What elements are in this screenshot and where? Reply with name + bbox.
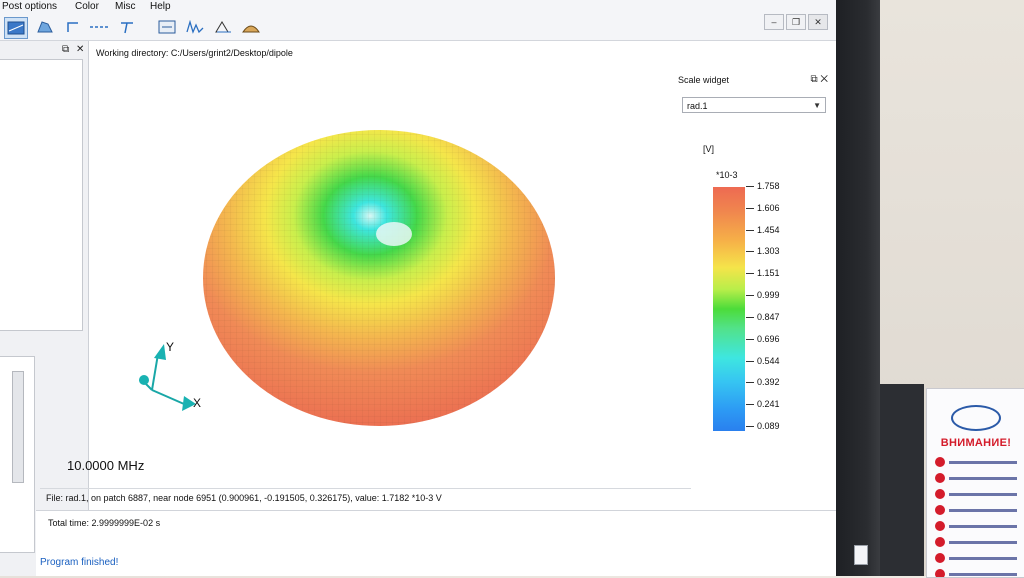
scale-select[interactable]: rad.1 ▼ <box>682 97 826 113</box>
mesh-view-button[interactable] <box>34 17 56 37</box>
scale-tick <box>746 361 754 362</box>
chevron-down-icon: ▼ <box>813 101 821 110</box>
scale-tick-label: 1.454 <box>757 225 780 235</box>
scale-tick-label: 0.999 <box>757 290 780 300</box>
measure-tool-button[interactable] <box>212 17 234 37</box>
scale-select-value: rad.1 <box>687 101 708 111</box>
torus-hole <box>376 222 412 246</box>
torus-mesh <box>203 130 555 426</box>
left-scrollbar[interactable] <box>12 371 24 483</box>
surface-icon <box>7 21 25 35</box>
scale-tick <box>746 339 754 340</box>
graph-icon <box>186 20 204 34</box>
monitor-bezel <box>836 0 880 576</box>
scale-tick <box>746 426 754 427</box>
scale-tick <box>746 404 754 405</box>
axis-label-y: Y <box>166 340 175 354</box>
scale-tick-label: 1.606 <box>757 203 780 213</box>
poster-text-lines <box>935 457 1017 577</box>
frequency-label: 10.0000 MHz <box>67 458 145 473</box>
scale-tick-label: 1.303 <box>757 246 780 256</box>
scale-tick <box>746 273 754 274</box>
surface-view-button[interactable] <box>4 17 28 39</box>
corner-tool-button[interactable] <box>62 17 84 37</box>
window-controls: – ❐ ✕ <box>764 14 828 30</box>
scale-tick-label: 0.241 <box>757 399 780 409</box>
total-time: Total time: 2.9999999E-02 s <box>48 518 161 528</box>
scale-tick-label: 1.151 <box>757 268 780 278</box>
scale-tick-label: 0.089 <box>757 421 780 431</box>
pattern-icon <box>242 25 260 33</box>
dock-close-icon[interactable]: ✕ <box>76 44 84 55</box>
scale-tick-label: 0.696 <box>757 334 780 344</box>
scale-unit: [V] <box>703 144 715 154</box>
scale-tick <box>746 382 754 383</box>
scale-tick <box>746 208 754 209</box>
toolbar <box>0 14 836 41</box>
console-scrollbar[interactable] <box>854 545 868 565</box>
close-button[interactable]: ✕ <box>808 14 828 30</box>
axis-triad <box>139 344 196 411</box>
panel-icon <box>158 20 176 34</box>
scale-tick-label: 1.758 <box>757 181 780 191</box>
dark-object <box>880 384 924 576</box>
pick-info: File: rad.1, on patch 6887, near node 69… <box>40 488 691 507</box>
graph-tool-button[interactable] <box>184 17 206 37</box>
menu-color[interactable]: Color <box>75 1 99 12</box>
poster-title: ВНИМАНИЕ! <box>940 437 1012 449</box>
status-message: Program finished! <box>40 557 119 568</box>
menu-post-options[interactable]: Post options <box>2 1 57 12</box>
pattern-tool-button[interactable] <box>240 17 262 37</box>
working-directory: Working directory: C:/Users/grint2/Deskt… <box>96 48 293 58</box>
dashed-line-icon <box>90 26 108 28</box>
axis-icon <box>121 22 133 34</box>
axis-label-x: X <box>193 396 202 410</box>
close-icon[interactable]: ✕ <box>820 74 828 85</box>
warning-poster: ВНИМАНИЕ! <box>926 388 1024 578</box>
scale-tick <box>746 295 754 296</box>
axis-tool-button[interactable] <box>116 17 138 37</box>
menu-help[interactable]: Help <box>150 1 171 12</box>
dock-float-icon[interactable]: ⧉ <box>62 44 69 55</box>
dashed-line-button[interactable] <box>88 17 110 37</box>
corner-icon <box>67 22 78 32</box>
minimize-button[interactable]: – <box>764 14 784 30</box>
scale-tick <box>746 251 754 252</box>
left-tree-panel <box>0 59 83 331</box>
scale-tick-label: 0.544 <box>757 356 780 366</box>
menu-bar: Post options Color Misc Help <box>0 0 836 14</box>
panel-toggle-button[interactable] <box>156 17 178 37</box>
color-scale-bar <box>713 187 745 431</box>
app-window: Post options Color Misc Help – ❐ ✕ ⧉ ✕ W… <box>0 0 836 576</box>
menu-misc[interactable]: Misc <box>115 1 136 12</box>
restore-button[interactable]: ❐ <box>786 14 806 30</box>
mesh-icon <box>37 21 53 33</box>
scale-tick <box>746 186 754 187</box>
float-icon[interactable]: ⧉ <box>810 74 817 85</box>
scale-multiplier: *10-3 <box>716 170 738 180</box>
scale-widget: Scale widget ⧉ ✕ rad.1 ▼ <box>676 72 832 482</box>
scale-tick-label: 0.847 <box>757 312 780 322</box>
scale-widget-title: Scale widget <box>678 75 730 85</box>
scale-tick <box>746 317 754 318</box>
scale-widget-controls: ⧉ ✕ <box>810 74 828 85</box>
poster-logo <box>951 405 1001 431</box>
scale-tick <box>746 230 754 231</box>
scale-tick-label: 0.392 <box>757 377 780 387</box>
measure-icon <box>215 21 231 33</box>
